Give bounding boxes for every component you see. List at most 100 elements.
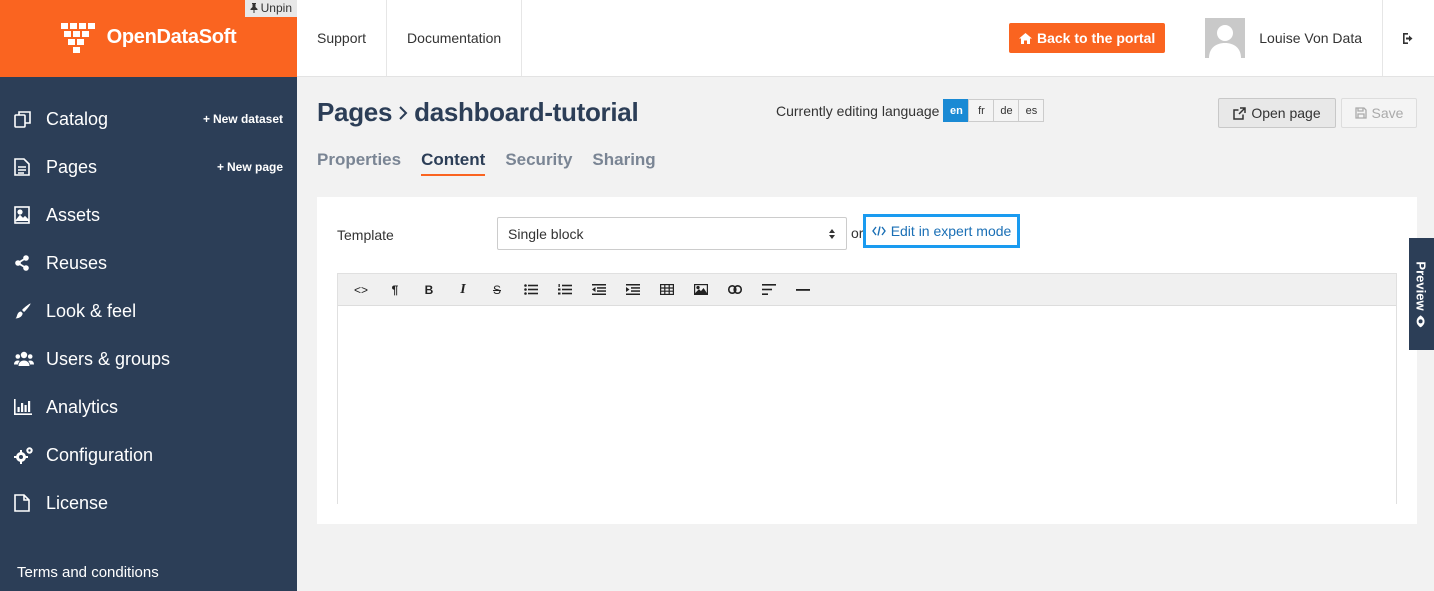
brush-icon	[14, 302, 46, 320]
edit-in-expert-mode-label: Edit in expert mode	[890, 223, 1012, 239]
sidebar-item-users-groups[interactable]: Users & groups	[0, 335, 297, 383]
open-page-button[interactable]: Open page	[1218, 98, 1336, 128]
sidebar-item-label: Catalog	[46, 108, 109, 129]
tab-sharing[interactable]: Sharing	[592, 150, 655, 176]
avatar	[1205, 18, 1246, 58]
unpin-label: Unpin	[260, 1, 292, 15]
sidebar-item-label: License	[46, 492, 109, 513]
edit-in-expert-mode-button[interactable]: Edit in expert mode	[863, 214, 1020, 248]
share-icon	[14, 255, 46, 271]
new-dataset-label: New dataset	[212, 112, 283, 126]
breadcrumb-current-page: dashboard-tutorial	[414, 97, 639, 127]
template-label: Template	[337, 227, 394, 243]
eye-icon	[1417, 315, 1426, 328]
tab-content[interactable]: Content	[421, 150, 486, 176]
plus-icon: +	[216, 160, 224, 174]
external-link-icon	[1233, 106, 1247, 120]
sidebar-item-label: Users & groups	[46, 348, 171, 369]
preview-label: Preview	[1414, 260, 1429, 311]
bulleted-list-icon	[524, 284, 538, 295]
horizontal-rule-icon	[796, 288, 810, 291]
indent-toolbar-button[interactable]	[616, 274, 650, 306]
sidebar-item-label: Look & feel	[46, 300, 137, 321]
strikethrough-toolbar-button[interactable]: S	[480, 274, 514, 306]
support-link[interactable]: Support	[297, 0, 388, 76]
plus-icon: +	[202, 112, 210, 126]
tab-security[interactable]: Security	[505, 150, 572, 176]
bold-icon: B	[424, 282, 434, 297]
user-placeholder-icon	[1205, 18, 1246, 58]
template-select[interactable]: Single block	[497, 217, 847, 250]
editor-content-area[interactable]	[338, 306, 1396, 504]
new-page-label: New page	[226, 160, 283, 174]
image-toolbar-button[interactable]	[684, 274, 718, 306]
strikethrough-icon: S	[492, 282, 501, 297]
bulleted-list-toolbar-button[interactable]	[514, 274, 548, 306]
link-toolbar-button[interactable]	[718, 274, 752, 306]
new-page-button[interactable]: + New page	[217, 160, 283, 174]
html-toolbar-button[interactable]: <>	[344, 274, 378, 306]
back-to-portal-button[interactable]: Back to the portal	[1009, 23, 1166, 53]
outdent-icon	[592, 284, 606, 295]
user-menu[interactable]: Louise Von Data	[1205, 0, 1383, 76]
catalog-icon	[14, 110, 46, 128]
breadcrumb-pages[interactable]: Pages	[317, 97, 392, 128]
table-toolbar-button[interactable]	[650, 274, 684, 306]
sidebar-item-catalog[interactable]: Catalog + New dataset	[0, 95, 297, 143]
sidebar: OpenDataSoft Unpin Catalog + New dataset …	[0, 0, 297, 591]
new-dataset-button[interactable]: + New dataset	[203, 112, 283, 126]
logout-button[interactable]	[1383, 0, 1434, 76]
preview-toggle[interactable]: Preview	[1409, 238, 1434, 350]
save-label: Save	[1371, 105, 1404, 121]
user-name: Louise Von Data	[1259, 30, 1362, 46]
align-toolbar-button[interactable]	[752, 274, 786, 306]
link-icon	[728, 285, 742, 294]
language-es-button[interactable]: es	[1018, 99, 1045, 122]
paragraph-icon: ¶	[391, 282, 399, 297]
numbered-list-toolbar-button[interactable]	[548, 274, 582, 306]
sidebar-item-look-and-feel[interactable]: Look & feel	[0, 287, 297, 335]
language-en-button[interactable]: en	[943, 99, 970, 122]
unpin-button[interactable]: Unpin	[244, 0, 297, 17]
floppy-icon	[1354, 107, 1367, 119]
gears-icon	[14, 446, 46, 464]
language-fr-button[interactable]: fr	[968, 99, 995, 122]
terms-and-conditions-link[interactable]: Terms and conditions	[17, 564, 159, 581]
sidebar-item-license[interactable]: License	[0, 479, 297, 527]
bar-chart-icon	[14, 399, 46, 415]
back-to-portal-label: Back to the portal	[1037, 30, 1156, 46]
save-button[interactable]: Save	[1341, 98, 1417, 128]
image-icon	[14, 206, 46, 224]
sidebar-item-assets[interactable]: Assets	[0, 191, 297, 239]
preview-toggle-content: Preview	[1414, 260, 1429, 328]
users-icon	[14, 351, 46, 367]
outdent-toolbar-button[interactable]	[582, 274, 616, 306]
code-icon	[871, 226, 886, 236]
home-icon	[1019, 32, 1032, 44]
horizontal-rule-toolbar-button[interactable]	[786, 274, 820, 306]
sidebar-item-label: Assets	[46, 204, 101, 225]
sidebar-item-pages[interactable]: Pages + New page	[0, 143, 297, 191]
select-arrows-icon	[829, 228, 835, 239]
italic-toolbar-button[interactable]: I	[446, 274, 480, 306]
sidebar-item-label: Pages	[46, 156, 98, 177]
sidebar-item-analytics[interactable]: Analytics	[0, 383, 297, 431]
bold-toolbar-button[interactable]: B	[412, 274, 446, 306]
language-de-button[interactable]: de	[993, 99, 1020, 122]
paragraph-toolbar-button[interactable]: ¶	[378, 274, 412, 306]
sidebar-item-configuration[interactable]: Configuration	[0, 431, 297, 479]
top-bar-spacer	[522, 0, 1009, 76]
or-text: or	[851, 225, 864, 241]
language-label: Currently editing language	[776, 102, 940, 119]
tab-properties[interactable]: Properties	[317, 150, 401, 176]
sign-out-icon	[1402, 32, 1412, 44]
documentation-link[interactable]: Documentation	[387, 0, 523, 76]
brand-header: OpenDataSoft Unpin	[0, 0, 297, 77]
sidebar-item-label: Analytics	[46, 396, 119, 417]
numbered-list-icon	[558, 284, 572, 295]
brand-logo[interactable]: OpenDataSoft	[60, 22, 237, 53]
sidebar-item-label: Reuses	[46, 252, 108, 273]
sidebar-item-reuses[interactable]: Reuses	[0, 239, 297, 287]
open-page-label: Open page	[1251, 105, 1321, 121]
opendatasoft-logo-icon	[60, 22, 95, 53]
